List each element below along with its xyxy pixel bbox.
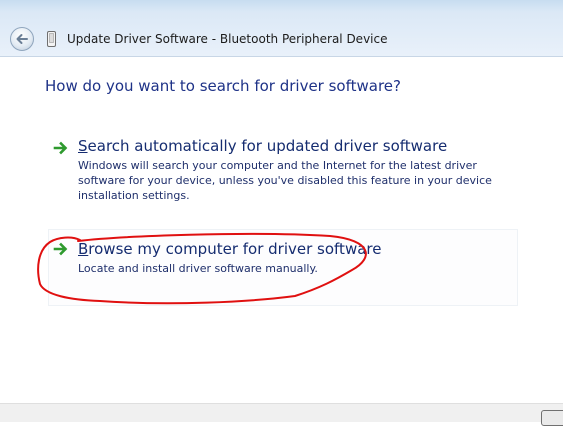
- back-arrow-icon: [16, 34, 28, 44]
- option-title-rest: earch automatically for updated driver s…: [87, 137, 448, 155]
- footer-bar: [0, 403, 563, 422]
- back-button[interactable]: [10, 27, 34, 51]
- browse-computer-option[interactable]: Browse my computer for driver software L…: [48, 229, 518, 306]
- green-arrow-icon: [53, 242, 68, 256]
- browse-computer-link[interactable]: Browse my computer for driver software: [78, 240, 381, 258]
- footer-button[interactable]: [541, 410, 563, 426]
- page-heading: How do you want to search for driver sof…: [45, 77, 401, 95]
- title-bar: Update Driver Software - Bluetooth Perip…: [0, 0, 563, 57]
- device-icon: [47, 31, 56, 47]
- search-automatically-description: Windows will search your computer and th…: [78, 159, 492, 202]
- red-circle-annotation: [37, 232, 367, 305]
- option-title-rest: rowse my computer for driver software: [88, 240, 382, 258]
- window-title: Update Driver Software - Bluetooth Perip…: [67, 32, 388, 46]
- browse-computer-description: Locate and install driver software manua…: [78, 262, 318, 275]
- search-automatically-option[interactable]: Search automatically for updated driver …: [48, 132, 518, 210]
- search-automatically-link[interactable]: Search automatically for updated driver …: [78, 137, 447, 155]
- access-key: B: [78, 240, 89, 258]
- green-arrow-icon: [53, 141, 68, 155]
- access-key: S: [78, 137, 88, 155]
